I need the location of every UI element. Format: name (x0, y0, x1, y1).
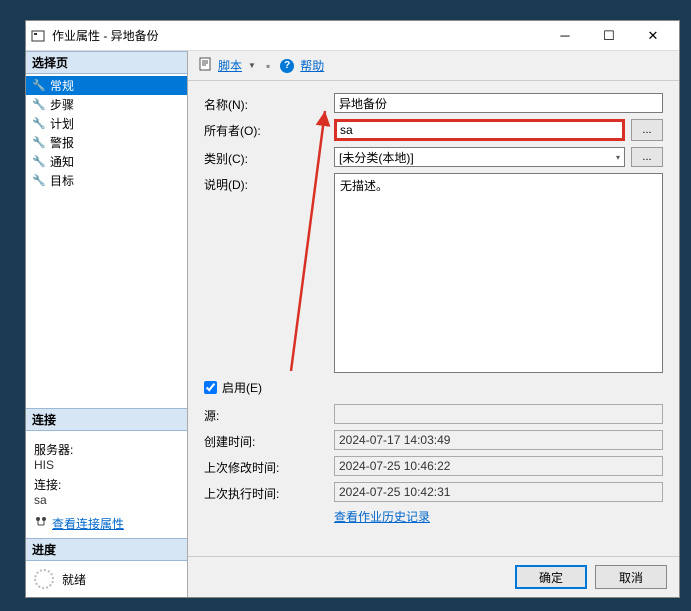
category-select[interactable]: [未分类(本地)] ▾ (334, 147, 625, 167)
nav-item-schedules[interactable]: 🔧 计划 (26, 114, 187, 133)
owner-browse-button[interactable]: ... (631, 119, 663, 141)
nav-item-notifications[interactable]: 🔧 通知 (26, 152, 187, 171)
separator: ▪ (266, 59, 270, 73)
nav-label: 步骤 (50, 96, 74, 113)
select-page-header: 选择页 (26, 51, 187, 74)
created-display (334, 430, 663, 450)
server-label: 服务器: (34, 441, 179, 458)
category-label: 类别(C): (204, 147, 334, 167)
description-label: 说明(D): (204, 173, 334, 193)
titlebar: 作业属性 - 异地备份 ─ ☐ ✕ (26, 21, 679, 51)
created-label: 创建时间: (204, 430, 334, 450)
category-browse-button[interactable]: ... (631, 147, 663, 167)
chevron-down-icon: ▾ (616, 153, 620, 162)
script-link[interactable]: 脚本 (218, 57, 242, 74)
wrench-icon: 🔧 (32, 155, 46, 168)
nav-label: 常规 (50, 77, 74, 94)
source-label: 源: (204, 404, 334, 424)
executed-label: 上次执行时间: (204, 482, 334, 502)
name-input[interactable] (334, 93, 663, 113)
ok-button[interactable]: 确定 (515, 565, 587, 589)
connection-value: sa (34, 493, 179, 507)
progress-header: 进度 (26, 538, 187, 561)
enable-checkbox[interactable] (204, 381, 217, 394)
name-label: 名称(N): (204, 93, 334, 113)
wrench-icon: 🔧 (32, 98, 46, 111)
cancel-button[interactable]: 取消 (595, 565, 667, 589)
right-panel: 脚本 ▼ ▪ ? 帮助 名称(N): 所有者(O): (188, 51, 679, 597)
executed-display (334, 482, 663, 502)
nav-label: 计划 (50, 115, 74, 132)
connection-label: 连接: (34, 476, 179, 493)
dialog-body: 选择页 🔧 常规 🔧 步骤 🔧 计划 🔧 警报 (26, 51, 679, 597)
modified-display (334, 456, 663, 476)
wrench-icon: 🔧 (32, 174, 46, 187)
nav-item-steps[interactable]: 🔧 步骤 (26, 95, 187, 114)
modified-label: 上次修改时间: (204, 456, 334, 476)
connection-info: 服务器: HIS 连接: sa 查看连接属性 (26, 431, 187, 538)
progress-status: 就绪 (62, 571, 86, 588)
script-icon (198, 57, 212, 74)
wrench-icon: 🔧 (32, 136, 46, 149)
maximize-button[interactable]: ☐ (587, 22, 631, 50)
category-value: [未分类(本地)] (339, 149, 414, 166)
connection-header: 连接 (26, 408, 187, 431)
connection-properties-icon (34, 515, 48, 532)
nav-label: 通知 (50, 153, 74, 170)
wrench-icon: 🔧 (32, 79, 46, 92)
help-icon: ? (280, 59, 294, 73)
wrench-icon: 🔧 (32, 117, 46, 130)
left-panel: 选择页 🔧 常规 🔧 步骤 🔧 计划 🔧 警报 (26, 51, 188, 597)
form-area: 名称(N): 所有者(O): ... 类别(C): (188, 81, 679, 556)
close-button[interactable]: ✕ (631, 22, 675, 50)
nav-item-alerts[interactable]: 🔧 警报 (26, 133, 187, 152)
nav-label: 目标 (50, 172, 74, 189)
source-display (334, 404, 663, 424)
help-link[interactable]: 帮助 (300, 57, 324, 74)
view-history-link[interactable]: 查看作业历史记录 (334, 508, 430, 525)
window-title: 作业属性 - 异地备份 (52, 27, 543, 44)
nav-item-targets[interactable]: 🔧 目标 (26, 171, 187, 190)
owner-label: 所有者(O): (204, 119, 334, 139)
owner-input[interactable] (334, 119, 625, 141)
spinner-icon (34, 569, 54, 589)
server-value: HIS (34, 458, 179, 472)
job-properties-dialog: 作业属性 - 异地备份 ─ ☐ ✕ 选择页 🔧 常规 🔧 步骤 🔧 计划 (25, 20, 680, 598)
dialog-footer: 确定 取消 (188, 556, 679, 597)
nav-list: 🔧 常规 🔧 步骤 🔧 计划 🔧 警报 🔧 通知 (26, 74, 187, 192)
chevron-down-icon[interactable]: ▼ (248, 61, 256, 70)
view-connection-properties-link[interactable]: 查看连接属性 (52, 515, 124, 532)
progress-body: 就绪 (26, 561, 187, 597)
nav-label: 警报 (50, 134, 74, 151)
app-icon (30, 28, 46, 44)
minimize-button[interactable]: ─ (543, 22, 587, 50)
nav-item-general[interactable]: 🔧 常规 (26, 76, 187, 95)
enable-label: 启用(E) (222, 379, 262, 396)
description-textarea[interactable]: 无描述。 (334, 173, 663, 373)
toolbar: 脚本 ▼ ▪ ? 帮助 (188, 51, 679, 81)
